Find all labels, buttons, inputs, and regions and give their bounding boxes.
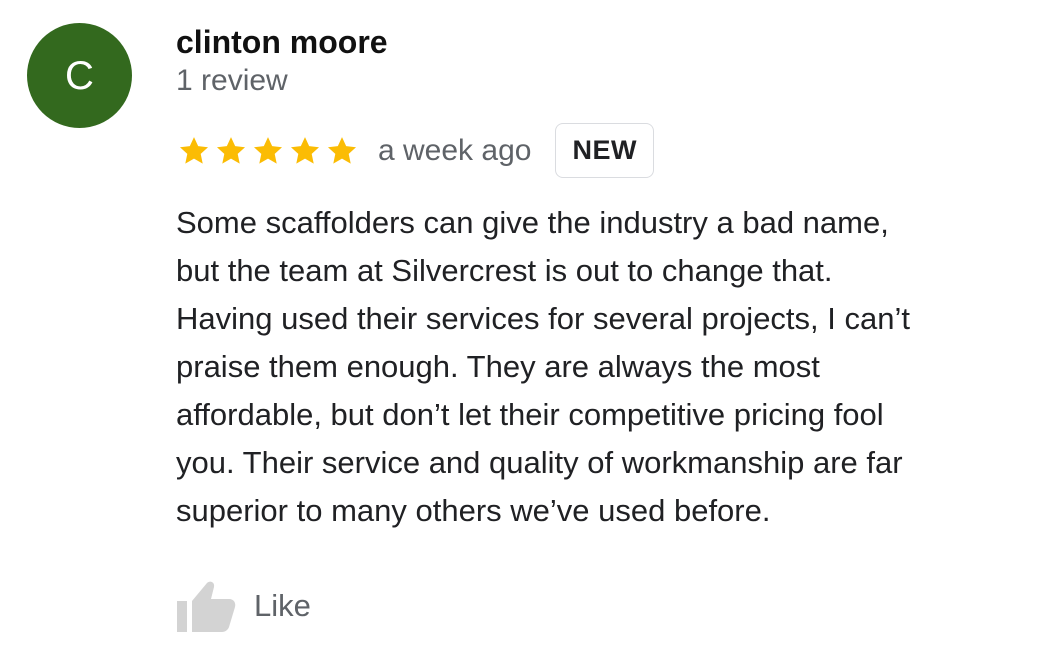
review-count: 1 review [176, 64, 288, 97]
star-rating [176, 134, 360, 168]
thumbs-up-icon [176, 579, 236, 633]
new-badge: NEW [555, 123, 654, 178]
reviewer-name[interactable]: clinton moore [176, 22, 388, 62]
star-icon [324, 134, 360, 168]
review-text: Some scaffolders can give the industry a… [176, 205, 910, 528]
review-card: C clinton moore 1 review a week ago NEW … [0, 0, 1049, 666]
avatar[interactable]: C [27, 23, 132, 128]
review-meta: a week ago NEW [176, 122, 654, 179]
star-icon [287, 134, 323, 168]
star-icon [213, 134, 249, 168]
review-time: a week ago [378, 133, 532, 167]
like-label: Like [254, 588, 311, 623]
avatar-initial: C [65, 53, 94, 98]
star-icon [250, 134, 286, 168]
star-icon [176, 134, 212, 168]
like-button[interactable]: Like [176, 578, 311, 634]
